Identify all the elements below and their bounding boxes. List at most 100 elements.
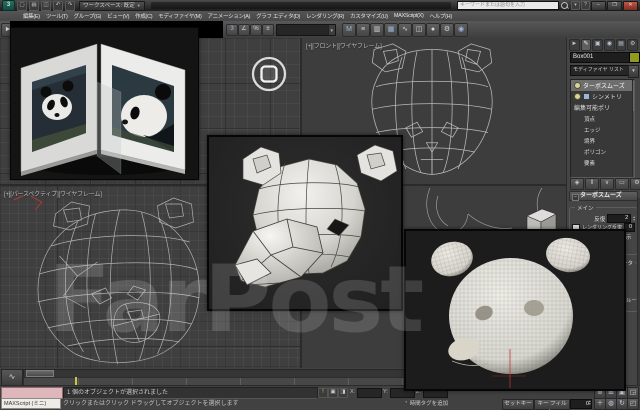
graphite-ribbon-icon[interactable]: ▦	[384, 23, 398, 37]
menu-maxscript[interactable]: MAXScript(X)	[391, 13, 427, 19]
menu-customize[interactable]: カスタマイズ(U)	[347, 12, 391, 20]
menu-edit[interactable]: 編集(E)	[20, 12, 43, 20]
x-coord-label: X:	[350, 389, 356, 395]
render-icon[interactable]: ◉	[454, 23, 468, 37]
align-icon[interactable]: ≡	[356, 23, 370, 37]
collapse-icon: −	[572, 194, 579, 201]
tab-modify-icon[interactable]: ✎	[580, 39, 592, 51]
named-selection-dropdown[interactable]: ▼	[276, 24, 336, 36]
help-icon[interactable]: ?	[581, 1, 590, 10]
communication-center-icon[interactable]: ▾	[571, 1, 580, 10]
smoothed-head-render	[431, 237, 590, 388]
menu-rendering[interactable]: レンダリング(R)	[303, 12, 347, 20]
show-end-result-icon[interactable]: ‖	[585, 178, 599, 190]
tab-create-icon[interactable]: ►	[569, 39, 580, 51]
snap-toggle-icon[interactable]: 3	[226, 24, 238, 36]
menu-help[interactable]: ヘルプ(H)	[427, 12, 455, 20]
render-setup-icon[interactable]: ⚙	[440, 23, 454, 37]
menu-group[interactable]: グループ(G)	[71, 12, 105, 20]
stack-scrollbar[interactable]	[632, 80, 634, 177]
redo-icon[interactable]: ↷	[65, 0, 75, 11]
right-eye	[524, 300, 544, 316]
schematic-view-icon[interactable]: ◫	[412, 23, 426, 37]
turbosmooth-rollout-header[interactable]: − ターボスムーズ	[569, 191, 638, 201]
selection-lock-icon[interactable]: ▣	[328, 388, 338, 398]
title-bar: 3 ▢ ▤ ◫ ↶ ↷ ワークスペース: 既定 ▼ キーワードまたは語句を入力 …	[0, 0, 640, 11]
maximize-viewport-icon[interactable]: ◰	[627, 398, 639, 410]
workspace-label: ワークスペース: 既定	[83, 2, 135, 9]
pin-stack-icon[interactable]: ◈	[570, 178, 584, 190]
modifier-stack[interactable]: ターボスムーズ シンメトリ 編集可能ポリ 頂点 エッジ 境界 ポリゴン 要素	[570, 79, 635, 178]
app-menu-button[interactable]: 3	[2, 0, 15, 11]
key-filters-button[interactable]: キー フィルタ...	[534, 399, 570, 410]
stack-row-editable-poly[interactable]: 編集可能ポリ	[571, 102, 634, 113]
3dsmax-window: 3 ▢ ▤ ◫ ↶ ↷ ワークスペース: 既定 ▼ キーワードまたは語句を入力 …	[0, 0, 640, 410]
stack-row-turbosmooth[interactable]: ターボスムーズ	[571, 80, 634, 91]
selected-edges-red	[13, 196, 43, 211]
layer-manager-icon[interactable]: ▥	[370, 23, 384, 37]
stack-row-symmetry[interactable]: シンメトリ	[571, 91, 634, 102]
new-icon[interactable]: ▢	[17, 0, 27, 11]
stack-row-vertex[interactable]: 頂点	[571, 113, 634, 124]
symmetry-icon	[583, 93, 590, 100]
modifier-list-dropdown[interactable]: モディファイヤ リスト	[570, 65, 632, 76]
time-slider-handle[interactable]	[26, 370, 54, 377]
iterations-label: 反復	[594, 216, 606, 223]
undo-icon[interactable]: ↶	[53, 0, 63, 11]
lowpoly-head-inset	[207, 135, 403, 311]
remove-modifier-icon[interactable]: ▭	[615, 178, 629, 190]
curve-editor-icon[interactable]: ∿	[398, 23, 412, 37]
iterations-field[interactable]: 2	[607, 214, 632, 223]
x-coord-field[interactable]	[357, 388, 382, 398]
search-icon[interactable]	[561, 2, 568, 9]
maximize-button[interactable]: ❐	[607, 0, 622, 11]
stack-row-edge[interactable]: エッジ	[571, 124, 634, 135]
percent-snap-icon[interactable]: %	[250, 24, 262, 36]
lightbulb-icon[interactable]	[574, 93, 581, 100]
stack-buttons: ◈ ‖ ∨ ▭ ⚙	[570, 178, 640, 190]
menu-graph-editors[interactable]: グラフ エディタ(D)	[253, 12, 303, 20]
top-view-object-wireframe	[251, 56, 287, 92]
mirror-icon[interactable]: M	[342, 23, 356, 37]
spinner-icon[interactable]: ▴ ▾	[633, 215, 635, 222]
menu-create[interactable]: 作成(C)	[132, 12, 155, 20]
absolute-mode-icon[interactable]: ◨	[338, 388, 348, 398]
workspace-selector[interactable]: ワークスペース: 既定 ▼	[79, 0, 145, 11]
prompt-line: クリックまたはクリック ドラッグしてオブジェクトを選択します	[63, 401, 239, 407]
search-input[interactable]: キーワードまたは語句を入力	[457, 1, 559, 10]
set-key-button[interactable]: セットキー	[502, 399, 534, 410]
reference-images-inset	[10, 27, 199, 180]
spinner-snap-icon[interactable]: ±	[262, 24, 274, 36]
tab-hierarchy-icon[interactable]: ▣	[592, 39, 604, 51]
isolate-icon[interactable]: !	[318, 388, 328, 398]
menu-tools[interactable]: ツール(T)	[43, 12, 71, 20]
save-icon[interactable]: ◫	[41, 0, 51, 11]
close-button[interactable]: ✕	[623, 0, 638, 11]
reference-book-render	[20, 43, 186, 176]
maxscript-listener-label[interactable]: MAXScript (ミニ)	[1, 398, 61, 409]
chevron-down-icon[interactable]: ▼	[628, 65, 639, 78]
object-color-swatch[interactable]	[629, 52, 640, 63]
tab-utilities-icon[interactable]: ⚙	[627, 39, 639, 51]
menu-animation[interactable]: アニメーション(A)	[204, 12, 253, 20]
object-name-field[interactable]: Box001	[570, 52, 630, 63]
menu-modifiers[interactable]: モディファイヤ(M)	[155, 12, 204, 20]
add-time-tag[interactable]: ◔ 時間タグを追加	[404, 399, 448, 407]
stack-row-element[interactable]: 要素	[571, 157, 634, 168]
configure-stack-icon[interactable]: ⚙	[630, 178, 640, 190]
material-editor-icon[interactable]: ●	[426, 23, 440, 37]
frame-spinner-icon[interactable]: ▴ ▾	[589, 399, 591, 406]
make-unique-icon[interactable]: ∨	[600, 178, 614, 190]
menu-bar: 編集(E) ツール(T) グループ(G) ビュー(V) 作成(C) モディファイ…	[0, 11, 640, 21]
command-panel-tabs: ► ✎ ▣ ◉ ▤ ⚙	[567, 38, 640, 52]
menu-views[interactable]: ビュー(V)	[104, 12, 132, 20]
lightbulb-icon[interactable]	[574, 82, 581, 89]
stack-row-polygon[interactable]: ポリゴン	[571, 146, 634, 157]
mini-curve-editor-button[interactable]: ∿	[1, 369, 23, 386]
minimize-button[interactable]: −	[591, 0, 606, 11]
stack-row-border[interactable]: 境界	[571, 135, 634, 146]
tab-display-icon[interactable]: ▤	[615, 39, 627, 51]
angle-snap-icon[interactable]: ∠	[238, 24, 250, 36]
tab-motion-icon[interactable]: ◉	[604, 39, 615, 51]
open-icon[interactable]: ▤	[29, 0, 39, 11]
